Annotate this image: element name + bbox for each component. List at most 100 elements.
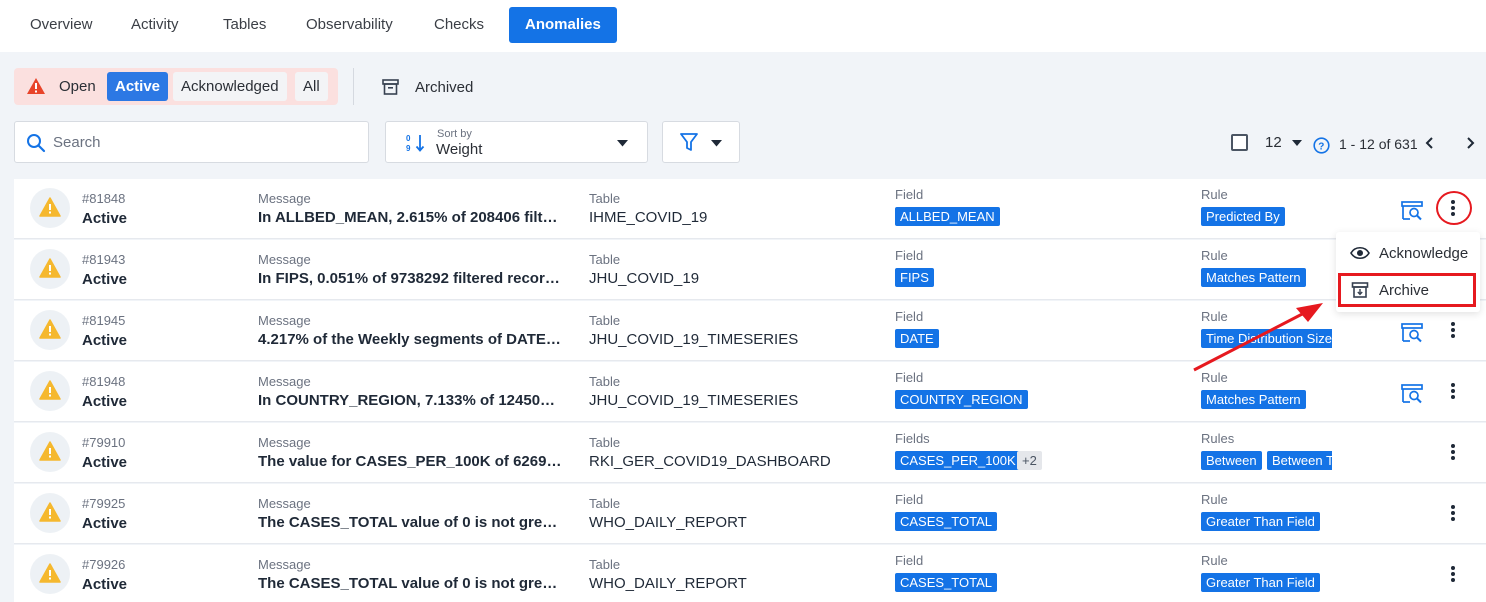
table-value: WHO_DAILY_REPORT [589, 514, 747, 531]
select-all-checkbox[interactable] [1231, 134, 1248, 151]
status-active-button[interactable]: Active [107, 72, 169, 101]
tab-observability[interactable]: Observability [290, 7, 409, 43]
field-label: Field [895, 187, 924, 202]
chevron-right-icon[interactable] [1463, 136, 1477, 150]
kebab-dot [1451, 456, 1455, 460]
more-options-icon[interactable] [1448, 318, 1458, 342]
field-more-chip: +2 [1017, 451, 1042, 470]
tab-checks[interactable]: Checks [418, 7, 500, 43]
view-details-button[interactable] [1401, 201, 1423, 226]
kebab-dot [1451, 383, 1455, 387]
rule-chips: Matches Pattern [1201, 268, 1332, 288]
chevron-down-icon[interactable] [1292, 140, 1302, 146]
table-value: JHU_COVID_19_TIMESERIES [589, 331, 799, 348]
table-row[interactable]: #81948 Active Message In COUNTRY_REGION, 7.… [14, 362, 1486, 422]
kebab-dot [1451, 200, 1455, 204]
chevron-left-icon[interactable] [1423, 136, 1437, 150]
rule-chips: Between Between T [1201, 451, 1332, 471]
field-label: Field [895, 248, 924, 263]
funnel-icon [680, 133, 698, 151]
more-options-icon[interactable] [1448, 379, 1458, 403]
sort-select[interactable]: 0 9 Sort by Weight [385, 121, 648, 163]
help-icon[interactable]: ? [1313, 137, 1330, 154]
status-open-button[interactable]: Open [51, 72, 104, 101]
archived-button[interactable]: Archived [382, 75, 473, 99]
kebab-dot [1451, 334, 1455, 338]
acknowledge-menu-item[interactable]: Acknowledge [1336, 235, 1480, 271]
rule-chip: Between [1201, 451, 1262, 470]
kebab-dot [1451, 511, 1455, 515]
warning-icon [39, 197, 61, 217]
warning-icon [27, 78, 45, 94]
table-row[interactable]: #81848 Active Message In ALLBED_MEAN, 2.615… [14, 179, 1486, 239]
kebab-dot [1451, 517, 1455, 521]
anomaly-id: #81848 [82, 191, 126, 206]
message-label: Message [258, 191, 311, 206]
top-tab-bar: Overview Activity Tables Observability C… [0, 0, 1486, 52]
field-chip: DATE [895, 329, 939, 348]
field-label: Field [895, 309, 924, 324]
anomaly-status: Active [82, 393, 128, 410]
tab-activity[interactable]: Activity [115, 7, 195, 43]
view-details-button[interactable] [1401, 384, 1423, 409]
view-details-button[interactable] [1401, 323, 1423, 348]
chevron-down-icon [711, 140, 722, 147]
svg-text:9: 9 [406, 144, 411, 153]
tab-overview[interactable]: Overview [14, 7, 109, 43]
table-row[interactable]: #79925 Active Message The CASES_TOTAL value… [14, 484, 1486, 544]
tab-tables[interactable]: Tables [207, 7, 282, 43]
anomaly-id: #81943 [82, 252, 126, 267]
table-row[interactable]: #81945 Active Message 4.217% of the Weekly … [14, 301, 1486, 361]
table-row[interactable]: #81943 Active Message In FIPS, 0.051% of 97… [14, 240, 1486, 300]
table-row[interactable]: #79926 Active Message The CASES_TOTAL value… [14, 545, 1486, 602]
message-value: 4.217% of the Weekly segments of DATE ha… [258, 331, 563, 348]
kebab-dot [1451, 328, 1455, 332]
message-label: Message [258, 252, 311, 267]
kebab-dot [1451, 572, 1455, 576]
anomaly-id: #81948 [82, 374, 126, 389]
anomaly-avatar [30, 493, 70, 533]
more-options-icon[interactable] [1448, 440, 1458, 464]
table-row[interactable]: #79910 Active Message The value for CASES_P… [14, 423, 1486, 483]
archive-menu-item[interactable]: Archive [1336, 272, 1480, 308]
status-acknowledged-button[interactable]: Acknowledged [173, 72, 287, 101]
field-chip: COUNTRY_REGION [895, 390, 1028, 409]
warning-icon [39, 441, 61, 461]
kebab-dot [1451, 566, 1455, 570]
kebab-dot [1451, 450, 1455, 454]
warning-icon [39, 319, 61, 339]
field-chip: CASES_TOTAL [895, 573, 997, 592]
acknowledge-label: Acknowledge [1379, 244, 1469, 262]
anomaly-status: Active [82, 332, 128, 349]
rule-label: Rule [1201, 492, 1228, 507]
anomaly-id: #79925 [82, 496, 126, 511]
status-all-button[interactable]: All [295, 72, 328, 101]
search-input[interactable] [53, 131, 353, 153]
message-label: Message [258, 374, 311, 389]
status-filter-group: Open Active Acknowledged All [14, 68, 338, 105]
page-size-select[interactable]: 12 [1265, 134, 1282, 151]
filter-button[interactable] [662, 121, 740, 163]
tab-anomalies[interactable]: Anomalies [509, 7, 617, 43]
warning-icon [39, 502, 61, 522]
field-chip: CASES_TOTAL [895, 512, 997, 531]
rule-chips: Greater Than Field [1201, 512, 1332, 532]
table-value: JHU_COVID_19 [589, 270, 700, 287]
message-value: In ALLBED_MEAN, 2.615% of 208406 filtere… [258, 209, 563, 226]
more-options-icon[interactable] [1448, 562, 1458, 586]
table-label: Table [589, 191, 621, 206]
chevron-down-icon [617, 140, 628, 147]
more-options-icon[interactable] [1448, 196, 1458, 220]
table-label: Table [589, 252, 621, 267]
kebab-dot [1451, 395, 1455, 399]
anomaly-avatar [30, 554, 70, 594]
anomaly-avatar [30, 371, 70, 411]
search-box[interactable] [14, 121, 369, 163]
svg-text:?: ? [1318, 142, 1324, 153]
field-label: Field [895, 492, 924, 507]
warning-icon [39, 563, 61, 583]
kebab-dot [1451, 212, 1455, 216]
more-options-icon[interactable] [1448, 501, 1458, 525]
anomaly-status: Active [82, 576, 128, 593]
rule-label: Rule [1201, 248, 1228, 263]
